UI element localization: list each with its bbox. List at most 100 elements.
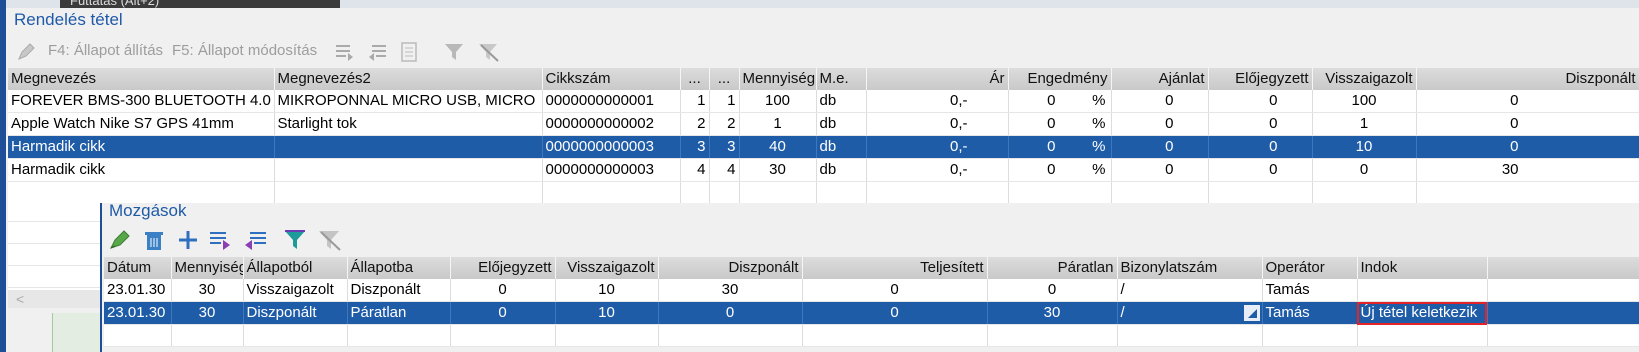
engedmeny-value: 0 bbox=[1047, 138, 1056, 155]
cell-indok bbox=[1357, 279, 1488, 302]
col-ar[interactable]: Ár bbox=[866, 68, 1009, 90]
cell-diszponalt: 0 bbox=[658, 301, 803, 325]
cell-engedmeny: 0% bbox=[1008, 90, 1112, 113]
cell-diszponalt: 0 bbox=[1416, 112, 1639, 136]
engedmeny-unit: % bbox=[1092, 115, 1106, 132]
cell-dots-1: 4 bbox=[680, 158, 710, 182]
cell-elojegyzett: 0 bbox=[450, 279, 556, 302]
scroll-left-arrow[interactable]: < bbox=[8, 290, 100, 308]
cell-dots-2: 2 bbox=[709, 112, 740, 136]
cell-megnevezes: Harmadik cikk bbox=[8, 135, 275, 159]
cell-paratlan: 0 bbox=[987, 279, 1118, 302]
cell-megnevezes2: MIKROPONNAL MICRO USB, MICRO bbox=[274, 90, 543, 113]
cell-ar: 0,- bbox=[866, 135, 1009, 159]
col-ajanlat[interactable]: Ajánlat bbox=[1111, 68, 1209, 90]
cell-engedmeny: 0% bbox=[1008, 135, 1112, 159]
move-left-icon[interactable] bbox=[366, 42, 388, 66]
cell-diszponalt: 0 bbox=[1416, 90, 1639, 113]
col-visszaigazolt[interactable]: Visszaigazolt bbox=[1312, 68, 1417, 90]
cell-ajanlat: 0 bbox=[1111, 112, 1209, 136]
cell-allapotba: Diszponált bbox=[347, 279, 451, 302]
col-paratlan[interactable]: Páratlan bbox=[987, 257, 1118, 279]
cell-elojegyzett: 0 bbox=[1208, 112, 1313, 136]
table-row[interactable]: FOREVER BMS-300 BLUETOOTH 4.0 MIKROPONNA… bbox=[8, 90, 1639, 113]
edit-icon[interactable] bbox=[108, 229, 132, 255]
col-datum[interactable]: Dátum bbox=[104, 257, 172, 279]
rendeles-title: Rendelés tétel bbox=[14, 10, 123, 29]
engedmeny-value: 0 bbox=[1047, 161, 1056, 178]
table-row-empty bbox=[8, 181, 1639, 204]
cell-bizonylatszam: / bbox=[1117, 279, 1263, 302]
cell-visszaigazolt: 10 bbox=[555, 279, 659, 302]
col-engedmeny[interactable]: Engedmény bbox=[1008, 68, 1112, 90]
filter-clear-icon[interactable] bbox=[478, 42, 500, 66]
cell-dots-1: 2 bbox=[680, 112, 710, 136]
cell-mennyiseg: 100 bbox=[739, 90, 817, 113]
cell-operator: Tamás bbox=[1262, 279, 1358, 302]
col-elojegyzett[interactable]: Előjegyzett bbox=[450, 257, 556, 279]
cell-cikkszam: 0000000000001 bbox=[542, 90, 681, 113]
mozgasok-panel: Mozgások Dátum Mennyiség Állapotból Álla… bbox=[100, 201, 1639, 352]
trash-icon[interactable] bbox=[142, 229, 166, 255]
col-megnevezes[interactable]: Megnevezés bbox=[8, 68, 275, 90]
cell-indok[interactable]: Új tétel keletkezik bbox=[1357, 301, 1488, 325]
cell-visszaigazolt: 0 bbox=[1312, 158, 1417, 182]
col-diszponalt[interactable]: Diszponált bbox=[658, 257, 803, 279]
document-icon[interactable] bbox=[400, 42, 418, 66]
pencil-icon[interactable] bbox=[16, 42, 36, 66]
engedmeny-unit: % bbox=[1092, 161, 1106, 178]
filter-icon[interactable] bbox=[444, 42, 466, 66]
col-bizonylatszam[interactable]: Bizonylatszám bbox=[1117, 257, 1263, 279]
col-allapotba[interactable]: Állapotba bbox=[347, 257, 451, 279]
cell-dots-2: 1 bbox=[709, 90, 740, 113]
engedmeny-value: 0 bbox=[1047, 115, 1056, 132]
table-row[interactable]: Harmadik cikk 0000000000003 4 4 30 db 0,… bbox=[8, 158, 1639, 182]
mozgasok-header-row: Dátum Mennyiség Állapotból Állapotba Elő… bbox=[104, 257, 1639, 279]
col-diszponalt[interactable]: Diszponált bbox=[1416, 68, 1639, 90]
filter-icon[interactable] bbox=[284, 229, 308, 255]
col-cikkszam[interactable]: Cikkszám bbox=[542, 68, 681, 90]
table-row-selected[interactable]: Harmadik cikk 0000000000003 3 3 40 db 0,… bbox=[8, 135, 1639, 159]
cell-ajanlat: 0 bbox=[1111, 135, 1209, 159]
cell-engedmeny: 0% bbox=[1008, 112, 1112, 136]
f4-button[interactable]: F4: Állapot állítás bbox=[48, 42, 163, 59]
add-icon[interactable] bbox=[176, 229, 200, 255]
cell-ajanlat: 0 bbox=[1111, 158, 1209, 182]
cell-ar: 0,- bbox=[866, 90, 1009, 113]
table-row[interactable]: Apple Watch Nike S7 GPS 41mm Starlight t… bbox=[8, 112, 1639, 136]
cell-bizonylatszam[interactable]: / bbox=[1117, 301, 1263, 325]
col-mennyiseg[interactable]: Mennyiség bbox=[739, 68, 817, 90]
cell-engedmeny: 0% bbox=[1008, 158, 1112, 182]
col-elojegyzett[interactable]: Előjegyzett bbox=[1208, 68, 1313, 90]
col-dots-2[interactable]: ... bbox=[709, 68, 740, 90]
table-row-selected[interactable]: 23.01.30 30 Diszponált Páratlan 0 10 0 0… bbox=[104, 301, 1639, 325]
col-dots-1[interactable]: ... bbox=[680, 68, 710, 90]
col-mennyiseg[interactable]: Mennyiség bbox=[171, 257, 244, 279]
rendeles-header-row: Megnevezés Megnevezés2 Cikkszám ... ... … bbox=[8, 68, 1639, 90]
run-tab[interactable]: Futtatás (Alt+2) bbox=[60, 0, 340, 8]
col-allapotbol[interactable]: Állapotból bbox=[243, 257, 348, 279]
cell-diszponalt: 30 bbox=[658, 279, 803, 302]
filter-clear-icon[interactable] bbox=[318, 229, 342, 255]
top-strip: Futtatás (Alt+2) bbox=[0, 0, 1639, 8]
col-megnevezes2[interactable]: Megnevezés2 bbox=[274, 68, 543, 90]
move-right-icon[interactable] bbox=[334, 42, 356, 66]
col-visszaigazolt[interactable]: Visszaigazolt bbox=[555, 257, 659, 279]
cell-visszaigazolt: 10 bbox=[555, 301, 659, 325]
cell-mennyiseg: 30 bbox=[171, 279, 244, 302]
cell-megnevezes: FOREVER BMS-300 BLUETOOTH 4.0 bbox=[8, 90, 275, 113]
move-right-icon[interactable] bbox=[208, 229, 234, 255]
engedmeny-value: 0 bbox=[1047, 92, 1056, 109]
col-operator[interactable]: Operátor bbox=[1262, 257, 1358, 279]
dropdown-arrow-icon[interactable] bbox=[1243, 305, 1260, 321]
f5-button[interactable]: F5: Állapot módosítás bbox=[172, 42, 317, 59]
cell-megnevezes: Apple Watch Nike S7 GPS 41mm bbox=[8, 112, 275, 136]
move-left-icon[interactable] bbox=[242, 229, 268, 255]
cell-elojegyzett: 0 bbox=[450, 301, 556, 325]
mozgasok-toolbar bbox=[108, 227, 368, 253]
cell-mennyiseg: 30 bbox=[171, 301, 244, 325]
table-row[interactable]: 23.01.30 30 Visszaigazolt Diszponált 0 1… bbox=[104, 279, 1639, 302]
col-me[interactable]: M.e. bbox=[816, 68, 867, 90]
col-indok[interactable]: Indok bbox=[1357, 257, 1488, 279]
col-teljesitett[interactable]: Teljesített bbox=[802, 257, 988, 279]
